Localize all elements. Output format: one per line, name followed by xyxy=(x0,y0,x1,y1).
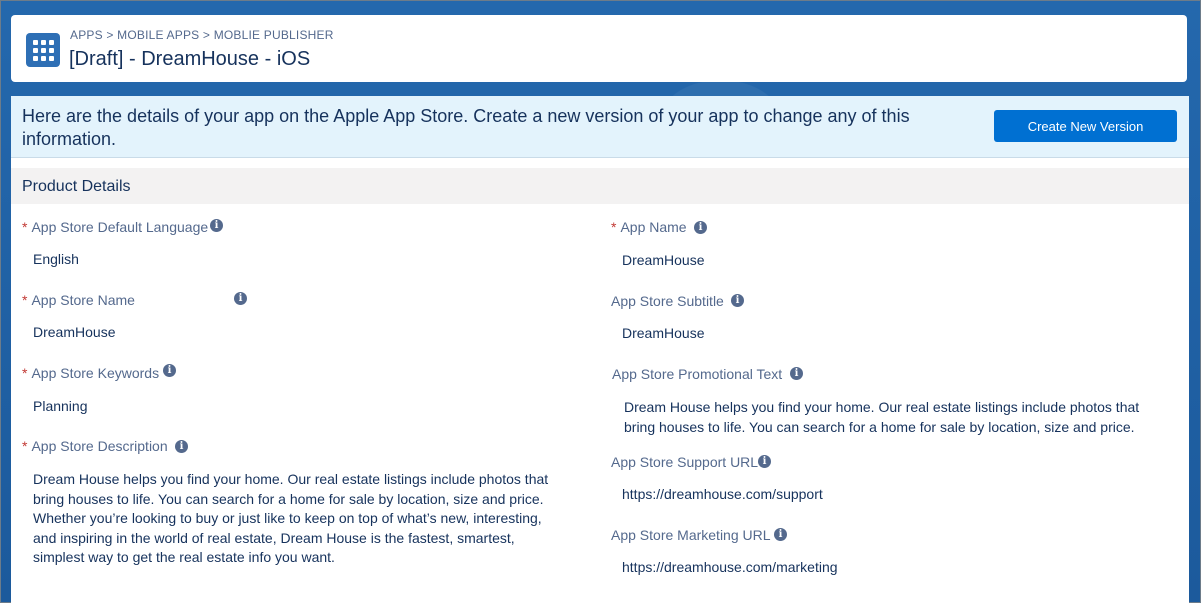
info-icon[interactable]: i xyxy=(163,364,176,377)
info-icon[interactable]: i xyxy=(694,221,707,234)
info-icon[interactable]: i xyxy=(175,440,188,453)
required-marker: * xyxy=(611,219,617,235)
breadcrumb-separator: > xyxy=(202,28,211,42)
app-launcher-icon[interactable] xyxy=(26,33,60,67)
info-icon[interactable]: i xyxy=(758,455,771,468)
breadcrumb-item-mobile-apps[interactable]: MOBILE APPS xyxy=(117,28,199,42)
section-title: Product Details xyxy=(22,178,131,195)
breadcrumb-separator: > xyxy=(106,28,114,42)
info-banner: Here are the details of your app on the … xyxy=(11,96,1189,158)
description-label: * App Store Description xyxy=(22,438,168,454)
required-marker: * xyxy=(22,219,28,235)
create-new-version-button[interactable]: Create New Version xyxy=(994,110,1177,142)
keywords-label: * App Store Keywords xyxy=(22,365,160,381)
promo-text-label: App Store Promotional Text xyxy=(612,366,783,382)
info-icon[interactable]: i xyxy=(790,367,803,380)
required-marker: * xyxy=(22,292,28,308)
app-name-label: * App Name xyxy=(611,219,687,235)
support-url-label: App Store Support URL xyxy=(611,454,759,470)
breadcrumb-item-publisher[interactable]: MOBLIE PUBLISHER xyxy=(214,28,334,42)
description-value: Dream House helps you find your home. Ou… xyxy=(33,471,549,565)
default-language-label: * App Store Default Language xyxy=(22,219,209,235)
info-icon[interactable]: i xyxy=(210,219,223,232)
promo-text-value: Dream House helps you find your home. Ou… xyxy=(624,399,1140,435)
subtitle-label: App Store Subtitle xyxy=(611,293,724,309)
page-header: APPS > MOBILE APPS > MOBLIE PUBLISHER [D… xyxy=(11,15,1187,82)
default-language-value: English xyxy=(33,251,79,267)
main-content: Here are the details of your app on the … xyxy=(11,96,1189,603)
info-icon[interactable]: i xyxy=(234,292,247,305)
store-name-value: DreamHouse xyxy=(33,324,116,340)
store-name-label: * App Store Name xyxy=(22,292,135,308)
required-marker: * xyxy=(22,365,28,381)
breadcrumb-item-apps[interactable]: APPS xyxy=(70,28,103,42)
section-header: Product Details xyxy=(11,168,1189,204)
subtitle-value: DreamHouse xyxy=(622,325,705,341)
support-url-value[interactable]: https://dreamhouse.com/support xyxy=(622,485,823,505)
info-banner-text: Here are the details of your app on the … xyxy=(22,106,910,149)
info-icon[interactable]: i xyxy=(731,294,744,307)
marketing-url-label: App Store Marketing URL xyxy=(611,527,771,543)
required-marker: * xyxy=(22,438,28,454)
app-name-value: DreamHouse xyxy=(622,252,705,268)
marketing-url-value[interactable]: https://dreamhouse.com/marketing xyxy=(622,558,838,578)
page-title: [Draft] - DreamHouse - iOS xyxy=(69,48,311,70)
info-icon[interactable]: i xyxy=(774,528,787,541)
breadcrumb: APPS > MOBILE APPS > MOBLIE PUBLISHER xyxy=(70,28,334,42)
keywords-value: Planning xyxy=(33,398,88,414)
